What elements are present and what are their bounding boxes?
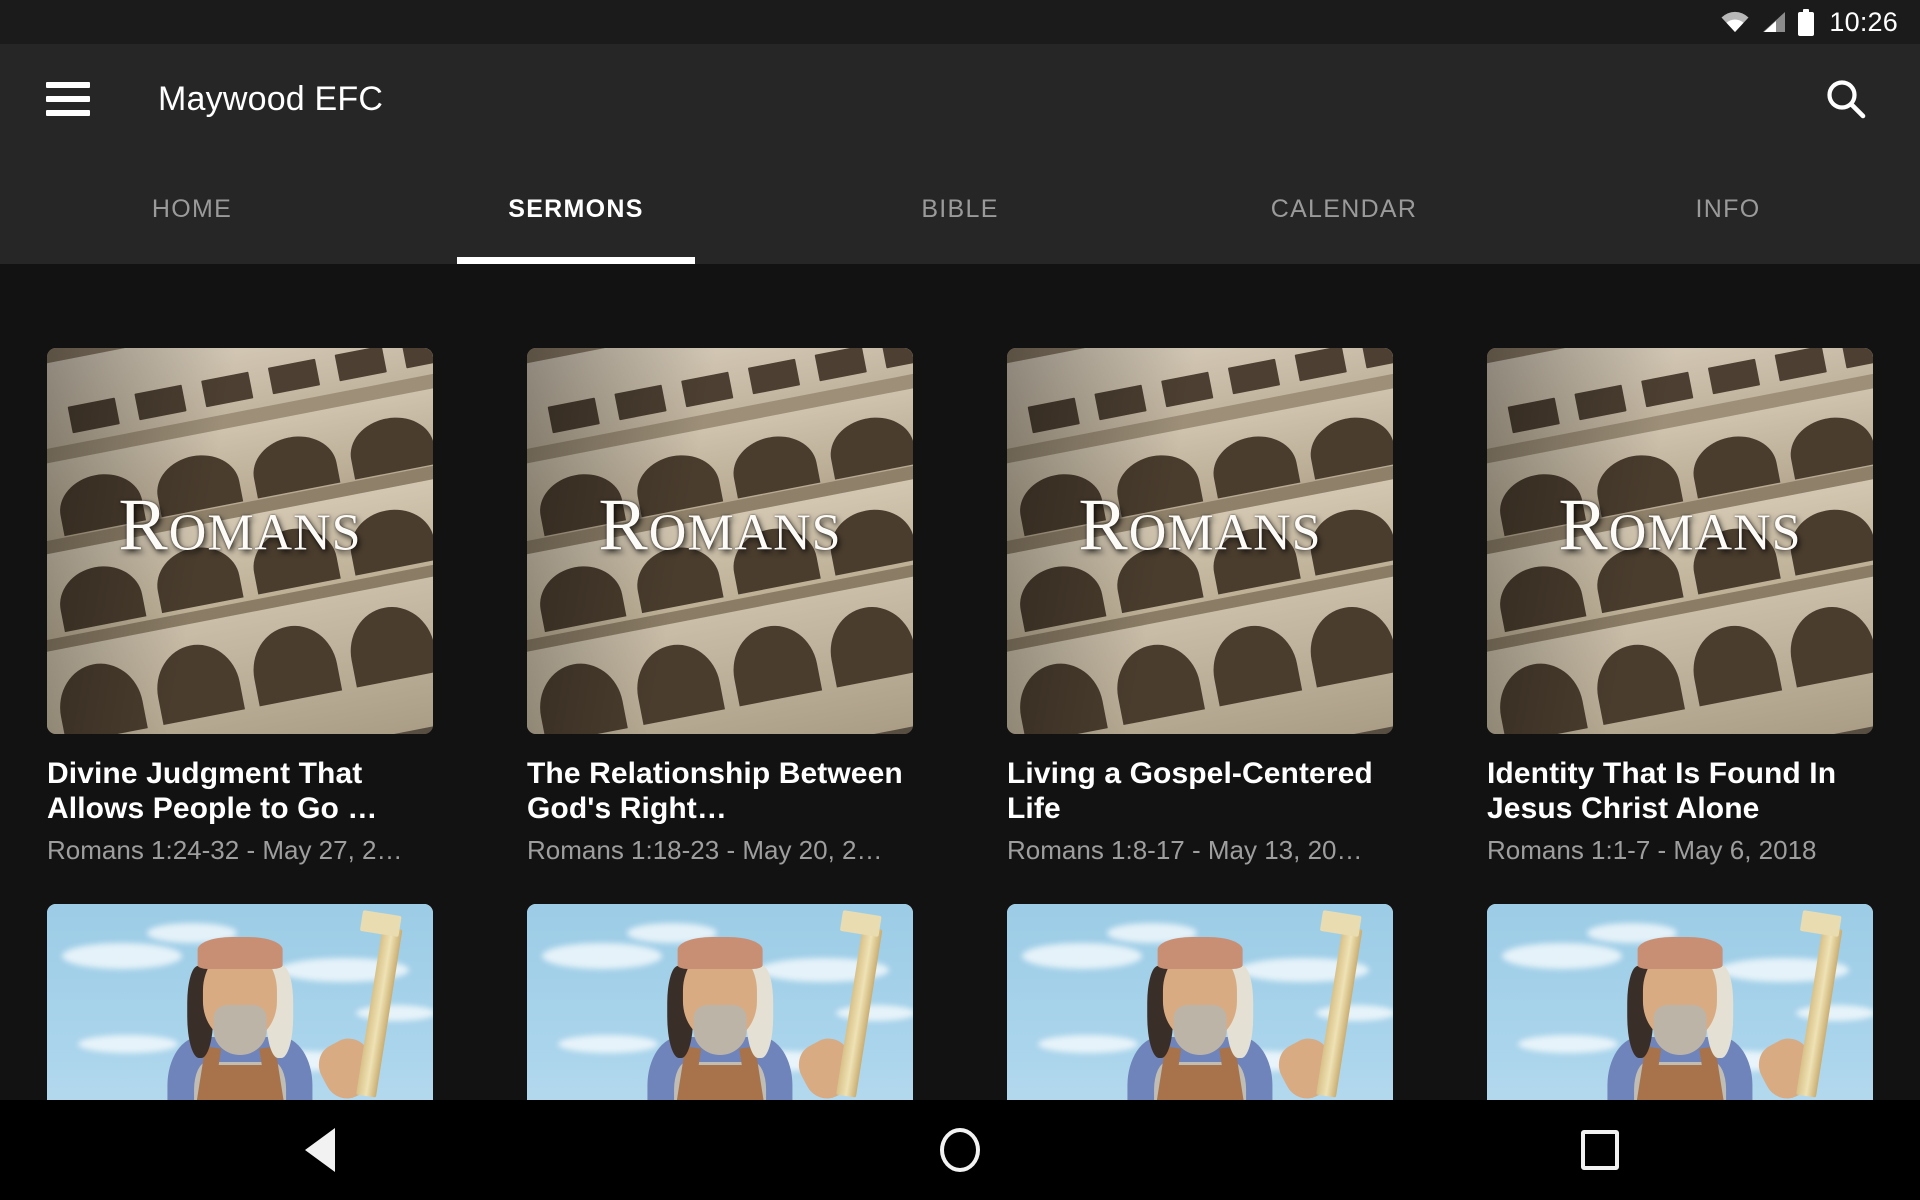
joshua-warrior-artwork: JOSHUA:	[527, 904, 913, 1100]
sermon-title: Divine Judgment That Allows People to Go…	[47, 757, 378, 826]
sermon-title: Living a Gospel-Centered Life	[1007, 757, 1373, 826]
sermon-thumbnail[interactable]: JOSHUA:	[527, 904, 913, 1100]
app-toolbar: Maywood EFC	[0, 44, 1920, 154]
status-bar: 10:26	[0, 0, 1920, 44]
joshua-warrior-artwork: JOSHUA:	[1007, 904, 1393, 1100]
sermon-card[interactable]: Romans Divine Judgment That Allows Peopl…	[0, 348, 480, 866]
search-icon[interactable]	[1820, 73, 1872, 125]
romans-colosseum-artwork: Romans	[1487, 348, 1873, 734]
sermon-list-content[interactable]: Romans Divine Judgment That Allows Peopl…	[0, 264, 1920, 1100]
artwork-title-text: Romans	[598, 484, 842, 567]
tab-sermons[interactable]: SERMONS	[384, 154, 768, 264]
sermon-thumbnail[interactable]: Romans	[1007, 348, 1393, 734]
sermon-card[interactable]: Romans Identity That Is Found In Jesus C…	[1440, 348, 1920, 866]
home-nav-icon[interactable]	[900, 1100, 1020, 1200]
recents-nav-icon[interactable]	[1540, 1100, 1660, 1200]
joshua-figure	[631, 909, 883, 1100]
sermon-thumbnail[interactable]: JOSHUA:	[47, 904, 433, 1100]
wifi-icon	[1720, 11, 1750, 33]
joshua-figure	[1591, 909, 1843, 1100]
artwork-title-text: Romans	[1558, 484, 1802, 567]
sermon-thumbnail[interactable]: Romans	[1487, 348, 1873, 734]
tab-bar: HOME SERMONS BIBLE CALENDAR INFO	[0, 154, 1920, 264]
status-icons: 10:26	[1720, 7, 1898, 38]
tab-calendar[interactable]: CALENDAR	[1152, 154, 1536, 264]
sermon-card[interactable]: JOSHUA:	[480, 904, 960, 1100]
tab-bible[interactable]: BIBLE	[768, 154, 1152, 264]
joshua-figure	[151, 909, 403, 1100]
sermon-thumbnail[interactable]: Romans	[47, 348, 433, 734]
sermon-meta: Romans 1:24-32 - May 27, 2…	[47, 835, 403, 866]
tab-home-label: HOME	[151, 194, 233, 223]
artwork-title-text: Romans	[118, 484, 362, 567]
android-navigation-bar	[0, 1100, 1920, 1200]
tab-home[interactable]: HOME	[0, 154, 384, 264]
joshua-warrior-artwork: JOSHUA:	[47, 904, 433, 1100]
back-nav-icon[interactable]	[260, 1100, 380, 1200]
romans-colosseum-artwork: Romans	[527, 348, 913, 734]
sermon-card[interactable]: Romans Living a Gospel-Centered Life Rom…	[960, 348, 1440, 866]
sermon-title: Identity That Is Found In Jesus Christ A…	[1487, 757, 1837, 826]
status-bar-clock: 10:26	[1829, 6, 1898, 37]
artwork-title-text: Romans	[1078, 484, 1322, 567]
tab-info[interactable]: INFO	[1536, 154, 1920, 264]
joshua-figure	[1111, 909, 1363, 1100]
hamburger-menu-icon[interactable]	[46, 82, 90, 116]
sermon-thumbnail[interactable]: Romans	[527, 348, 913, 734]
sermon-thumbnail[interactable]: JOSHUA:	[1487, 904, 1873, 1100]
sermon-meta: Romans 1:1-7 - May 6, 2018	[1487, 835, 1817, 866]
romans-colosseum-artwork: Romans	[47, 348, 433, 734]
sermon-card[interactable]: JOSHUA:	[1440, 904, 1920, 1100]
cellular-signal-icon	[1761, 11, 1787, 33]
sermon-grid: Romans Divine Judgment That Allows Peopl…	[0, 348, 1920, 1100]
joshua-warrior-artwork: JOSHUA:	[1487, 904, 1873, 1100]
sermon-meta: Romans 1:8-17 - May 13, 20…	[1007, 835, 1363, 866]
romans-colosseum-artwork: Romans	[1007, 348, 1393, 734]
tab-calendar-label: CALENDAR	[1270, 194, 1418, 223]
sermon-card[interactable]: Romans The Relationship Between God's Ri…	[480, 348, 960, 866]
sermon-title: The Relationship Between God's Right…	[527, 757, 903, 826]
sermon-thumbnail[interactable]: JOSHUA:	[1007, 904, 1393, 1100]
sermon-meta: Romans 1:18-23 - May 20, 2…	[527, 835, 883, 866]
tab-bible-label: BIBLE	[921, 194, 999, 223]
tab-info-label: INFO	[1695, 194, 1761, 223]
tab-sermons-label: SERMONS	[508, 194, 644, 223]
app-title: Maywood EFC	[158, 79, 384, 118]
battery-icon	[1798, 8, 1815, 36]
sermon-card[interactable]: JOSHUA:	[960, 904, 1440, 1100]
sermon-card[interactable]: JOSHUA:	[0, 904, 480, 1100]
